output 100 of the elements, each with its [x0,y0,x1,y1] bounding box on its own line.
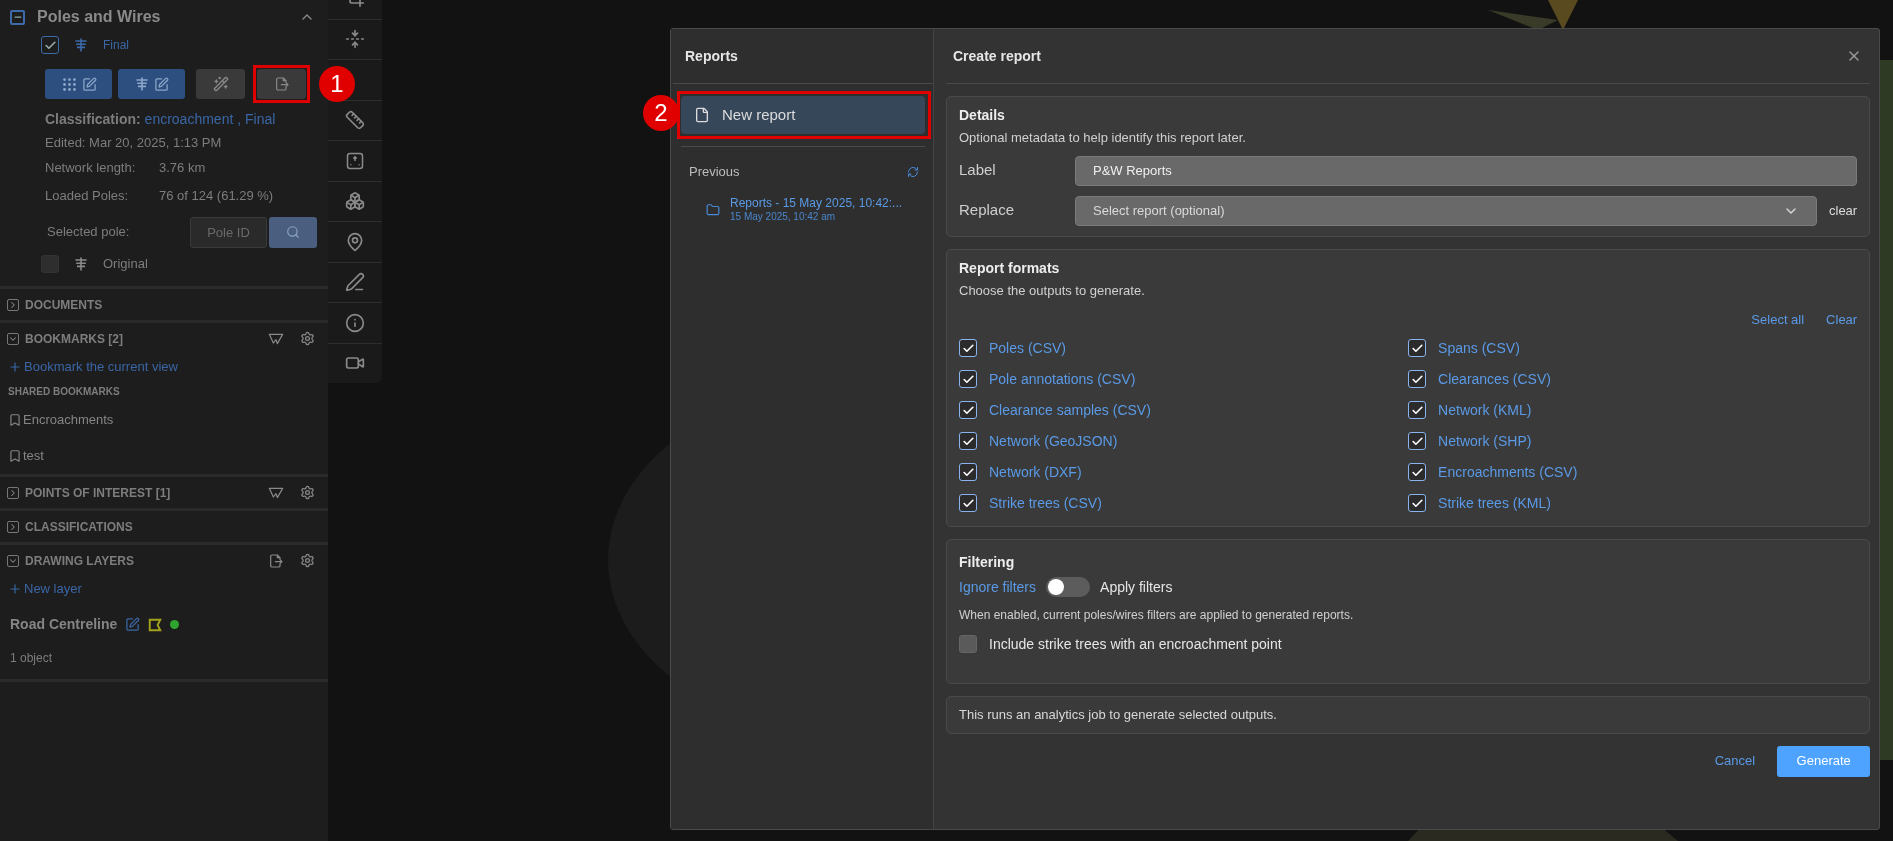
label-field[interactable]: P&W Reports [1075,155,1858,186]
check-icon [961,434,975,448]
checkbox[interactable] [1408,339,1427,357]
bookmark-item[interactable]: test [23,446,44,466]
step-badge: 1 [319,66,355,102]
highlight-frame [253,65,310,103]
file-export-icon [273,76,290,92]
stat-value: 3.76 km [159,159,206,178]
checkbox[interactable] [1408,432,1427,450]
expand-toggle[interactable] [7,486,19,499]
check-icon [1410,372,1424,386]
file-icon [694,107,710,123]
filter-switch[interactable] [1046,577,1091,597]
clear-link[interactable]: Clear [1826,310,1858,330]
grid-dots-icon [60,75,78,93]
tool-button[interactable] [118,69,185,99]
polygon-icon[interactable] [148,617,163,632]
checkbox[interactable] [41,36,59,54]
subheading: SHARED BOOKMARKS [7,384,121,399]
format-option[interactable]: Network (KML) [1438,399,1532,421]
layer-name[interactable]: Road Centreline [10,614,118,635]
checkbox-label[interactable]: Include strike trees with an encroachment point [989,633,1282,655]
section-title[interactable]: CLASSIFICATIONS [25,517,133,536]
checkbox[interactable] [1408,494,1427,512]
format-option[interactable]: Encroachments (CSV) [1438,461,1578,483]
fold-icon[interactable] [345,29,365,50]
collapse-toggle[interactable] [10,9,25,25]
checkbox[interactable] [959,432,977,450]
previous-heading: Previous [689,163,740,182]
bookmark-icon [8,449,22,463]
checkbox[interactable] [1408,463,1427,481]
settings-icon[interactable] [300,553,315,568]
section-title[interactable]: DRAWING LAYERS [25,551,134,570]
checkbox[interactable] [959,339,977,357]
clear-link[interactable]: clear [1829,200,1858,221]
checkbox[interactable] [959,463,977,481]
object-count: 1 object [10,650,54,667]
new-report-item[interactable]: New report [681,96,925,134]
checkbox[interactable] [959,494,977,512]
checkbox[interactable] [959,370,977,388]
format-option[interactable]: Spans (CSV) [1438,337,1520,359]
generate-button[interactable]: Generate [1777,745,1871,777]
checkbox[interactable] [959,635,977,653]
add-link[interactable]: Bookmark the current view [24,357,178,377]
format-option[interactable]: Network (GeoJSON) [989,430,1118,452]
pole-id-field[interactable]: Pole ID [190,216,267,248]
dialog-title: Create report [953,46,1041,66]
search-button[interactable] [269,216,317,248]
report-link[interactable]: Reports - 15 May 2025, 10:42:... [730,196,903,210]
checkbox[interactable] [1408,370,1427,388]
chevron-right-icon [8,521,18,532]
field-label: Replace [959,200,1016,221]
select-all-link[interactable]: Select all [1751,310,1805,330]
stat-value: 76 of 124 (61.29 %) [159,187,274,206]
expand-toggle[interactable] [7,520,19,533]
expand-toggle[interactable] [7,332,19,345]
settings-icon[interactable] [300,331,315,346]
checkbox[interactable] [959,401,977,419]
edit-icon[interactable] [125,617,141,632]
tool-button[interactable] [45,69,112,99]
report-select[interactable]: Select report (optional) [1075,195,1817,226]
card-description: Choose the outputs to generate. [959,281,1146,300]
pen-icon[interactable] [345,272,365,293]
card-title: Filtering [959,552,1016,572]
format-option[interactable]: Clearances (CSV) [1438,368,1551,390]
check-icon [1410,465,1424,479]
sidebar-title: Reports [684,46,739,66]
expand-toggle[interactable] [7,298,19,311]
tool-button[interactable] [257,69,306,99]
chevron-right-icon [8,487,18,498]
field-label: Label [959,160,997,181]
refresh-icon[interactable] [907,166,919,178]
frame-icon[interactable] [345,150,365,171]
format-option[interactable]: Strike trees (CSV) [989,492,1102,514]
section-title[interactable]: BOOKMARKS [2] [25,329,123,348]
format-option[interactable]: Network (DXF) [989,461,1082,483]
card-description: Optional metadata to help identify this report later. [959,129,1247,147]
card-title: Details [959,106,1006,125]
checkbox[interactable] [1408,401,1427,419]
map-pin-icon[interactable] [345,231,365,252]
boxes-icon[interactable] [345,191,365,212]
tool-button[interactable] [196,69,245,99]
section-title[interactable]: POINTS OF INTEREST [1] [25,483,171,502]
expand-toggle[interactable] [7,554,19,567]
ruler-icon[interactable] [345,110,365,131]
format-option[interactable]: Clearance samples (CSV) [989,399,1151,421]
search-icon [286,225,300,239]
add-link[interactable]: New layer [24,579,82,599]
format-option[interactable]: Poles (CSV) [989,337,1067,359]
bookmark-item[interactable]: Encroachments [23,410,114,430]
format-option[interactable]: Pole annotations (CSV) [989,368,1136,390]
info-icon[interactable] [345,312,365,333]
layer-group-title: Poles and Wires [37,7,161,27]
format-option[interactable]: Network (SHP) [1438,430,1532,452]
cancel-button[interactable]: Cancel [1712,751,1758,771]
section-title[interactable]: DOCUMENTS [25,295,103,314]
settings-icon[interactable] [300,485,315,500]
stat-label: Loaded Poles: [45,187,130,206]
check-icon [961,341,975,355]
format-option[interactable]: Strike trees (KML) [1438,492,1551,514]
